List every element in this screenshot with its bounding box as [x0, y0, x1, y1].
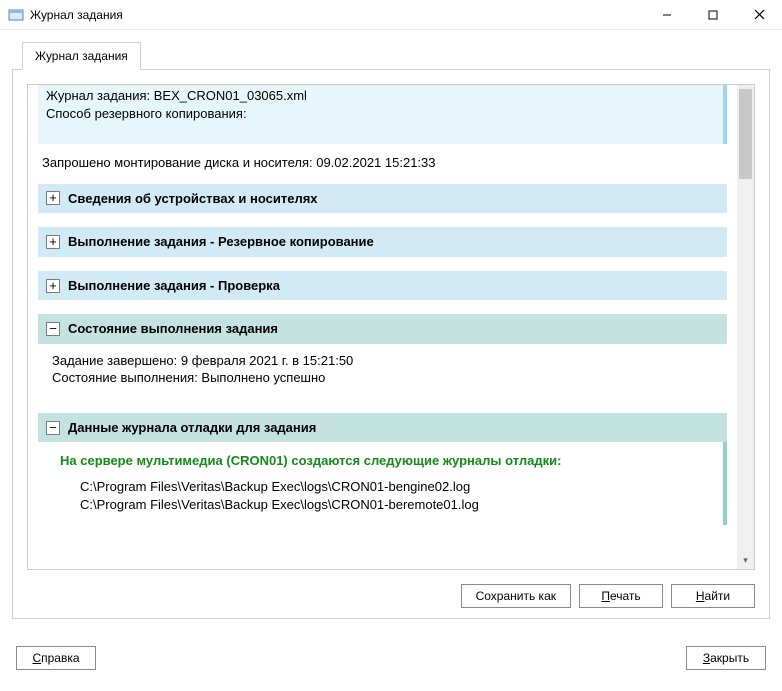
section-status: Состояние выполнения задания Задание зав…	[38, 314, 727, 399]
section-header-debug[interactable]: Данные журнала отладки для задания	[38, 413, 727, 443]
expand-icon[interactable]	[46, 235, 60, 249]
mount-request-line: Запрошено монтирование диска и носителя:…	[34, 154, 731, 184]
job-log-header-block: Журнал задания: BEX_CRON01_03065.xml Спо…	[38, 85, 727, 144]
expand-icon[interactable]	[46, 279, 60, 293]
log-viewport: Журнал задания: BEX_CRON01_03065.xml Спо…	[27, 84, 755, 570]
tab-panel: Журнал задания: BEX_CRON01_03065.xml Спо…	[12, 69, 770, 619]
vertical-scrollbar[interactable]: ▾	[737, 85, 754, 569]
tab-label: Журнал задания	[35, 49, 128, 63]
dialog-body: Журнал задания Журнал задания: BEX_CRON0…	[0, 30, 782, 631]
debug-log-path-1: C:\Program Files\Veritas\Backup Exec\log…	[52, 478, 709, 496]
debug-log-server-line: На сервере мультимедиа (CRON01) создаютс…	[52, 450, 709, 478]
job-state-line: Состояние выполнения: Выполнено успешно	[52, 369, 713, 387]
section-title: Выполнение задания - Проверка	[68, 277, 280, 295]
section-title: Состояние выполнения задания	[68, 320, 278, 338]
maximize-button[interactable]	[690, 0, 736, 30]
section-header-backup[interactable]: Выполнение задания - Резервное копирован…	[38, 227, 727, 257]
backup-method-line: Способ резервного копирования:	[46, 105, 715, 123]
section-body-status: Задание завершено: 9 февраля 2021 г. в 1…	[38, 344, 727, 399]
help-button[interactable]: Справка	[16, 646, 96, 670]
job-log-file-line: Журнал задания: BEX_CRON01_03065.xml	[46, 87, 715, 105]
job-finished-line: Задание завершено: 9 февраля 2021 г. в 1…	[52, 352, 713, 370]
save-as-button[interactable]: Сохранить как	[461, 584, 571, 608]
close-button[interactable]: Закрыть	[686, 646, 766, 670]
tab-container: Журнал задания Журнал задания: BEX_CRON0…	[12, 42, 770, 619]
section-header-verify[interactable]: Выполнение задания - Проверка	[38, 271, 727, 301]
collapse-icon[interactable]	[46, 421, 60, 435]
button-label: Найти	[696, 589, 730, 603]
section-title: Выполнение задания - Резервное копирован…	[68, 233, 374, 251]
print-button[interactable]: Печать	[579, 584, 663, 608]
bottom-bar: Справка Закрыть	[0, 631, 782, 685]
button-label: Закрыть	[703, 651, 749, 665]
titlebar: Журнал задания	[0, 0, 782, 30]
tab-job-log[interactable]: Журнал задания	[22, 42, 141, 70]
section-backup: Выполнение задания - Резервное копирован…	[38, 227, 727, 257]
section-debug-logs: Данные журнала отладки для задания На се…	[38, 413, 727, 525]
collapse-icon[interactable]	[46, 322, 60, 336]
section-title: Сведения об устройствах и носителях	[68, 190, 318, 208]
button-label: Печать	[601, 589, 640, 603]
app-icon	[8, 7, 24, 23]
scrollbar-thumb[interactable]	[739, 89, 752, 179]
scroll-down-arrow-icon[interactable]: ▾	[737, 552, 754, 569]
close-window-button[interactable]	[736, 0, 782, 30]
section-title: Данные журнала отладки для задания	[68, 419, 316, 437]
expand-icon[interactable]	[46, 191, 60, 205]
window-title: Журнал задания	[30, 8, 123, 22]
window-buttons	[644, 0, 782, 30]
section-body-debug: На сервере мультимедиа (CRON01) создаютс…	[38, 442, 727, 525]
button-label: Справка	[32, 651, 79, 665]
section-header-devices[interactable]: Сведения об устройствах и носителях	[38, 184, 727, 214]
button-label: Сохранить как	[476, 589, 556, 603]
debug-log-path-2: C:\Program Files\Veritas\Backup Exec\log…	[52, 496, 709, 514]
log-content: Журнал задания: BEX_CRON01_03065.xml Спо…	[28, 85, 737, 569]
minimize-button[interactable]	[644, 0, 690, 30]
section-devices: Сведения об устройствах и носителях	[38, 184, 727, 214]
section-verify: Выполнение задания - Проверка	[38, 271, 727, 301]
section-header-status[interactable]: Состояние выполнения задания	[38, 314, 727, 344]
find-button[interactable]: Найти	[671, 584, 755, 608]
panel-buttons: Сохранить как Печать Найти	[461, 584, 755, 608]
